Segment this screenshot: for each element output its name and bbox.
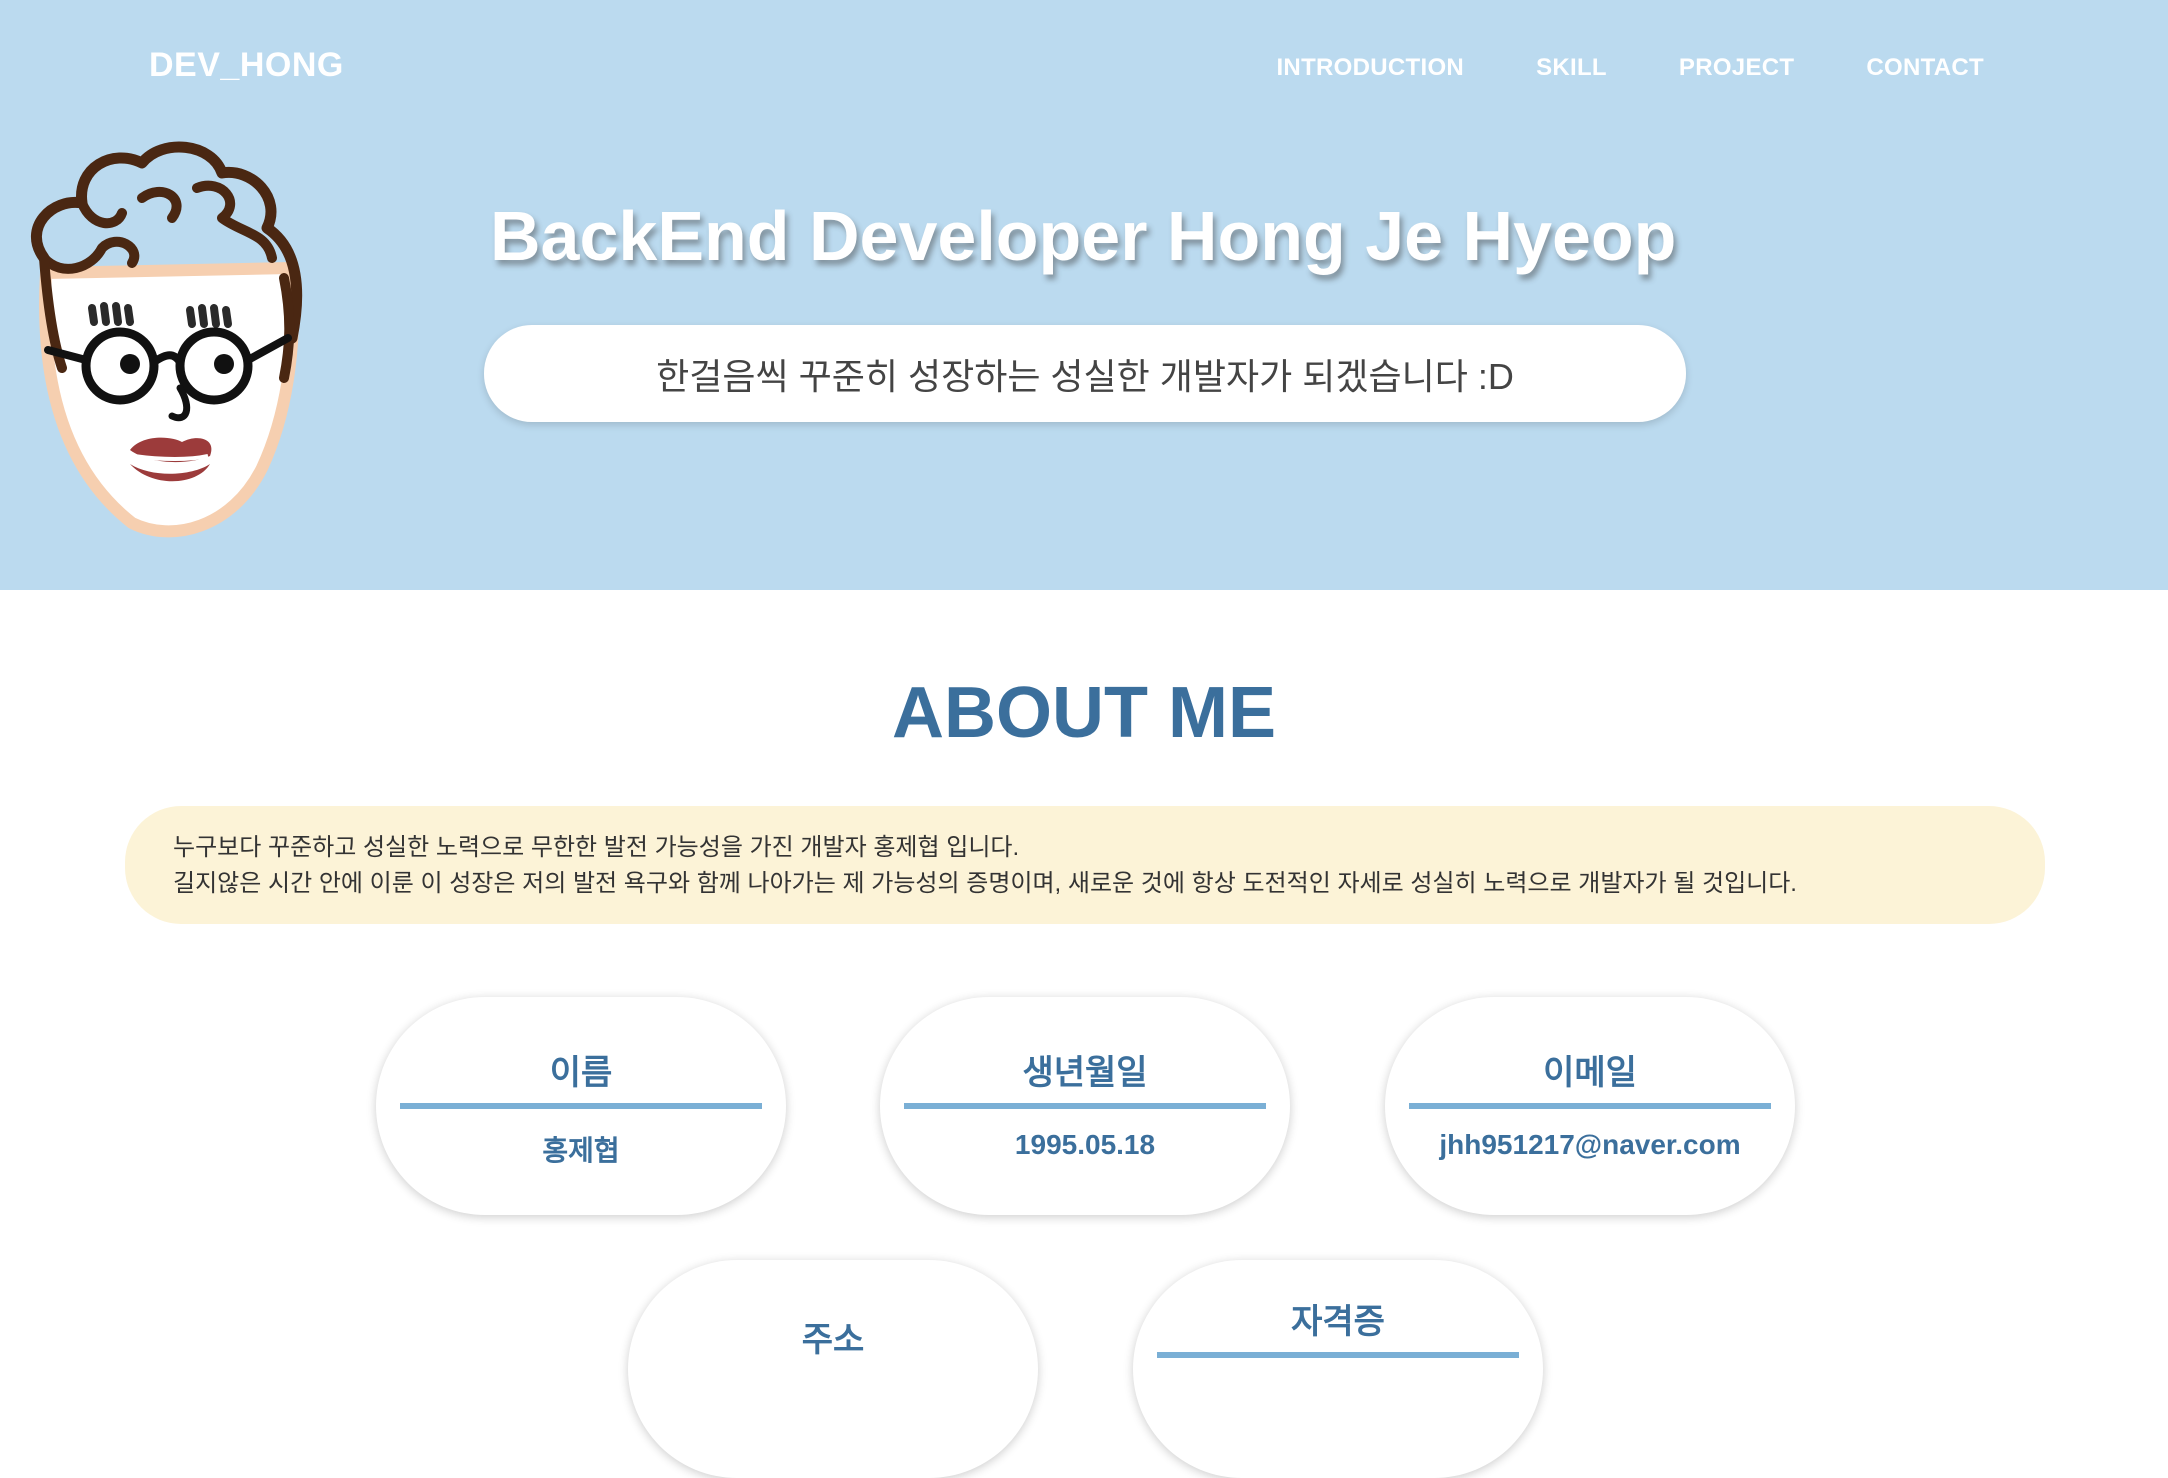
nav-contact[interactable]: CONTACT: [1866, 54, 1984, 82]
cartoon-avatar-icon: [31, 141, 303, 538]
about-me-title: ABOUT ME: [892, 673, 1276, 753]
card-value: 1995.05.18: [1014, 1129, 1156, 1160]
intro-line-2: 길지않은 시간 안에 이룬 이 성장은 저의 발전 욕구와 함께 나아가는 제 …: [173, 870, 1797, 897]
card-divider: [1157, 1352, 1519, 1358]
about-intro-box: 누구보다 꾸준하고 성실한 노력으로 무한한 발전 가능성을 가진 개발자 홍제…: [125, 806, 2045, 924]
nav-skill[interactable]: SKILL: [1536, 54, 1607, 82]
card-divider: [904, 1103, 1266, 1109]
hero-tagline: 한걸음씩 꾸준히 성장하는 성실한 개발자가 되겠습니다 :D: [484, 325, 1686, 422]
info-card-email: 이메일 jhh951217@naver.com: [1385, 997, 1795, 1215]
nav-project[interactable]: PROJECT: [1679, 54, 1794, 82]
card-label: 이름: [549, 1054, 613, 1092]
card-value: 홍제협: [542, 1135, 620, 1166]
info-card-address: 주소: [628, 1260, 1038, 1478]
info-card-certificate: 자격증: [1133, 1260, 1543, 1478]
info-card-birthdate: 생년월일 1995.05.18: [880, 997, 1290, 1215]
nav-introduction[interactable]: INTRODUCTION: [1276, 54, 1464, 82]
hero-section: DEV_HONG INTRODUCTION SKILL PROJECT CONT…: [0, 0, 2168, 590]
card-label: 이메일: [1543, 1054, 1637, 1092]
card-label: 주소: [801, 1321, 865, 1359]
intro-line-1: 누구보다 꾸준하고 성실한 노력으로 무한한 발전 가능성을 가진 개발자 홍제…: [173, 834, 1020, 861]
card-divider: [400, 1103, 762, 1109]
main-nav: INTRODUCTION SKILL PROJECT CONTACT: [1276, 54, 1984, 82]
site-logo[interactable]: DEV_HONG: [149, 46, 344, 85]
hero-title: BackEnd Developer Hong Je Hyeop: [490, 197, 1677, 275]
info-card-name: 이름 홍제협: [376, 997, 786, 1215]
card-label: 자격증: [1291, 1303, 1385, 1341]
card-label: 생년월일: [1022, 1054, 1148, 1092]
card-value: jhh951217@naver.com: [1439, 1129, 1741, 1160]
card-divider: [1409, 1103, 1771, 1109]
